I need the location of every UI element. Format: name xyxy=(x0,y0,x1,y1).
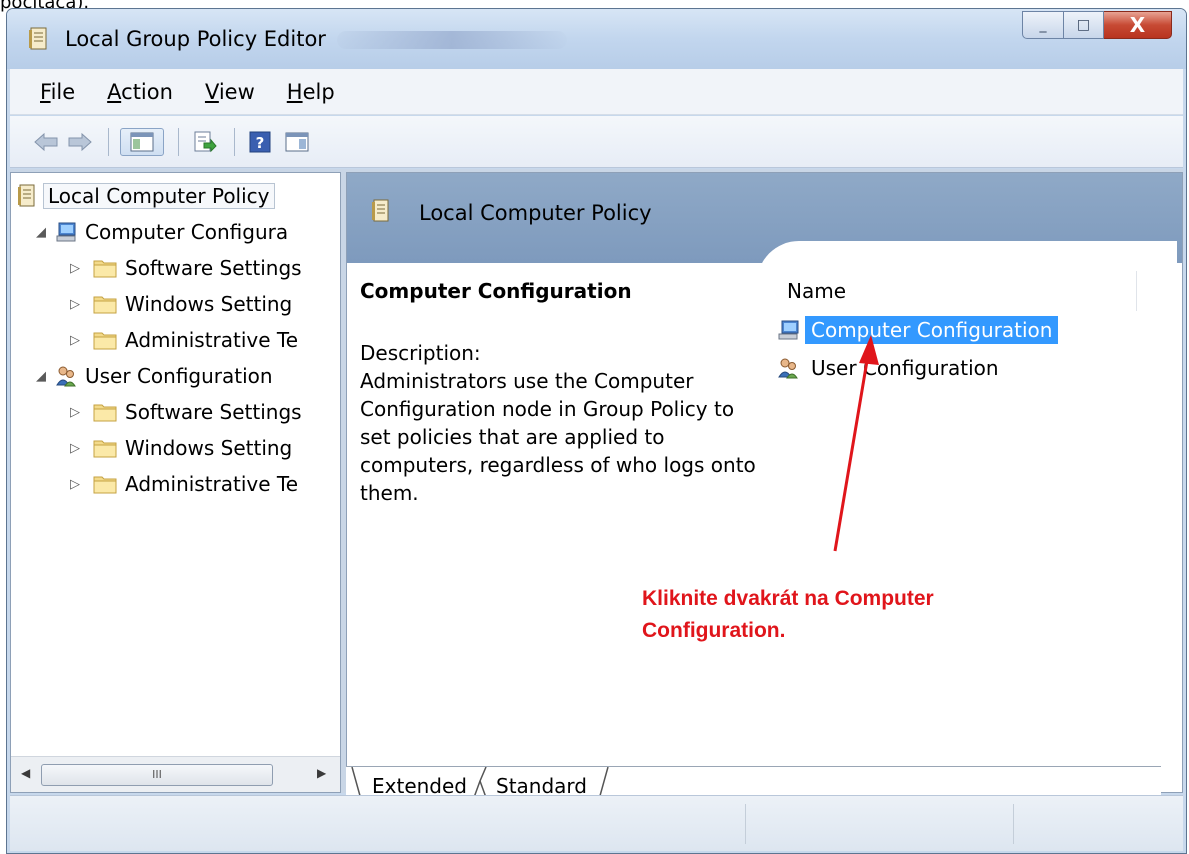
minimize-button[interactable]: _ xyxy=(1022,11,1064,39)
tree-item-computer-configuration[interactable]: ◢ Computer Configura xyxy=(33,215,288,249)
status-separator xyxy=(1013,804,1014,844)
tree-label: Administrative Te xyxy=(125,472,299,496)
minimize-icon: _ xyxy=(1039,17,1047,33)
show-hide-action-pane-button[interactable] xyxy=(282,128,312,156)
policy-icon xyxy=(18,184,35,207)
tree-item-cc-windows-settings[interactable]: ▷ Windows Setting xyxy=(67,287,292,321)
console-tree: Local Computer Policy ◢ Computer Configu… xyxy=(10,172,341,793)
computer-icon xyxy=(56,222,76,242)
tree-item-user-configuration[interactable]: ◢ User Configuration xyxy=(33,359,273,393)
expand-icon[interactable]: ▷ xyxy=(67,261,83,276)
menu-file-accel: F xyxy=(40,79,51,104)
help-button[interactable]: ? xyxy=(246,128,274,156)
tree-label: Software Settings xyxy=(125,256,302,280)
status-bar xyxy=(10,795,1183,851)
toolbar-separator xyxy=(234,128,235,156)
menu-action[interactable]: Action xyxy=(107,80,173,104)
folder-icon xyxy=(93,296,117,314)
tree-label: Administrative Te xyxy=(125,328,299,352)
users-icon xyxy=(56,366,76,387)
scroll-right-icon[interactable]: ▶ xyxy=(317,766,326,780)
title-bar[interactable]: Local Group Policy Editor _ □ X xyxy=(7,9,1186,69)
close-button[interactable]: X xyxy=(1104,11,1172,39)
back-arrow-icon xyxy=(34,132,58,152)
svg-text:?: ? xyxy=(256,134,265,152)
annotation-arrow xyxy=(833,335,879,552)
menu-help[interactable]: Help xyxy=(287,80,335,104)
window-title: Local Group Policy Editor xyxy=(65,27,326,51)
tree-item-uc-software-settings[interactable]: ▷ Software Settings xyxy=(67,395,302,429)
scroll-grip: III xyxy=(152,768,162,781)
expand-icon[interactable]: ▷ xyxy=(67,297,83,312)
menu-bar: File Action View Help xyxy=(10,69,1183,115)
expand-icon[interactable]: ▷ xyxy=(67,333,83,348)
forward-button[interactable] xyxy=(66,128,94,156)
export-list-icon xyxy=(194,131,217,153)
menu-file[interactable]: File xyxy=(40,80,75,104)
tree-item-cc-software-settings[interactable]: ▷ Software Settings xyxy=(67,251,302,285)
details-pane: Local Computer Policy Computer Configura… xyxy=(346,172,1183,793)
folder-icon xyxy=(93,476,117,494)
action-pane-icon xyxy=(285,132,309,152)
main-content: Local Computer Policy ◢ Computer Configu… xyxy=(10,169,1183,806)
help-icon: ? xyxy=(249,131,271,153)
policy-app-icon xyxy=(29,27,47,50)
tree-label: Windows Setting xyxy=(125,292,293,316)
collapse-icon[interactable]: ◢ xyxy=(33,225,49,240)
menu-action-label: ction xyxy=(121,79,173,104)
close-icon: X xyxy=(1129,13,1146,37)
tree-label: Windows Setting xyxy=(125,436,293,460)
annotation-text: Kliknite dvakrát na Computer Configurati… xyxy=(642,583,934,647)
window-controls: _ □ X xyxy=(1022,11,1172,39)
tree-item-uc-windows-settings[interactable]: ▷ Windows Setting xyxy=(67,431,292,465)
collapse-icon[interactable]: ◢ xyxy=(33,369,49,384)
annotation-line-2: Configuration. xyxy=(642,619,786,642)
scroll-thumb[interactable]: III xyxy=(41,764,273,786)
scroll-left-icon[interactable]: ◀ xyxy=(21,766,30,780)
menu-view-accel: V xyxy=(204,79,219,104)
menu-help-label: elp xyxy=(302,79,335,104)
expand-icon[interactable]: ▷ xyxy=(67,441,83,456)
expand-icon[interactable]: ▷ xyxy=(67,477,83,492)
group-policy-window: Local Group Policy Editor _ □ X File Act… xyxy=(6,8,1187,854)
expand-icon[interactable]: ▷ xyxy=(67,405,83,420)
tree-item-uc-administrative-templates[interactable]: ▷ Administrative Te xyxy=(67,467,298,501)
menu-view-label: iew xyxy=(218,79,255,104)
horizontal-scrollbar[interactable]: ◀ III ▶ xyxy=(11,756,340,792)
maximize-icon: □ xyxy=(1076,17,1091,33)
tree-label: User Configuration xyxy=(85,364,273,388)
tree-item-local-computer-policy[interactable]: Local Computer Policy xyxy=(17,179,275,213)
menu-file-label: ile xyxy=(50,79,76,104)
toolbar-separator xyxy=(108,128,109,156)
menu-help-accel: H xyxy=(286,79,303,104)
folder-icon xyxy=(93,332,117,350)
tree-label: Computer Configura xyxy=(85,220,289,244)
folder-icon xyxy=(93,260,117,278)
status-separator xyxy=(745,804,746,844)
tree-label: Software Settings xyxy=(125,400,302,424)
back-button[interactable] xyxy=(32,128,60,156)
menu-view[interactable]: View xyxy=(205,80,255,104)
blurred-title-area xyxy=(337,31,567,49)
forward-arrow-icon xyxy=(68,132,92,152)
console-tree-icon xyxy=(130,132,154,152)
folder-icon xyxy=(93,440,117,458)
annotation-line-1: Kliknite dvakrát na Computer xyxy=(642,587,934,610)
toolbar-separator xyxy=(178,128,179,156)
menu-action-accel: A xyxy=(107,79,122,104)
export-list-button[interactable] xyxy=(190,128,220,156)
tree-label: Local Computer Policy xyxy=(43,183,275,209)
tree-item-cc-administrative-templates[interactable]: ▷ Administrative Te xyxy=(67,323,298,357)
maximize-button[interactable]: □ xyxy=(1064,11,1104,39)
toolbar: ? xyxy=(10,116,1183,168)
folder-icon xyxy=(93,404,117,422)
show-hide-tree-button[interactable] xyxy=(120,128,164,156)
